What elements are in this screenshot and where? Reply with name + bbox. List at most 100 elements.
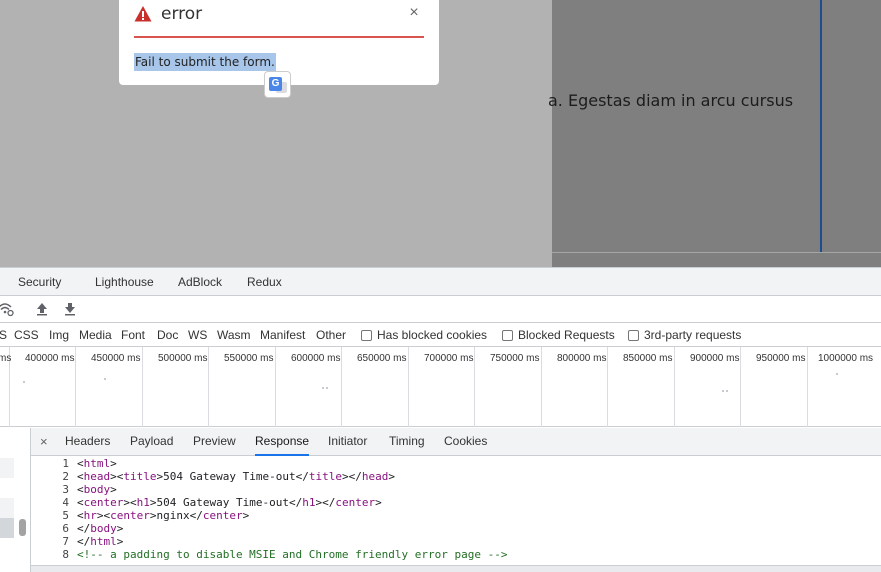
- tab-adblock[interactable]: AdBlock: [178, 275, 222, 289]
- line-number: 2: [62, 470, 69, 483]
- wifi-settings-icon[interactable]: [0, 301, 14, 317]
- timeline-request-mark: [326, 387, 328, 389]
- list-item[interactable]: [0, 518, 14, 538]
- code-line: 1 <html>: [31, 457, 881, 470]
- list-item[interactable]: [0, 498, 14, 518]
- tab-lighthouse[interactable]: Lighthouse: [95, 275, 154, 289]
- modal-title: error: [161, 4, 203, 24]
- tab-cookies[interactable]: Cookies: [444, 434, 487, 456]
- download-icon[interactable]: [62, 301, 78, 317]
- filter-media[interactable]: Media: [79, 328, 112, 342]
- code-text: <head><title>504 Gateway Time-out</title…: [77, 470, 395, 483]
- code-text: <body>: [77, 483, 117, 496]
- timeline-label: 500000 ms: [158, 353, 208, 364]
- timeline-label: 750000 ms: [490, 353, 540, 364]
- close-icon[interactable]: ×: [406, 4, 422, 22]
- tab-security[interactable]: Security: [18, 275, 61, 289]
- timeline-request-mark: [726, 390, 728, 392]
- code-text: </html>: [77, 535, 124, 548]
- code-line: 8 <!-- a padding to disable MSIE and Chro…: [31, 548, 881, 561]
- timeline-label: 900000 ms: [690, 353, 740, 364]
- modal-header: error ×: [134, 0, 424, 38]
- timeline-label: 700000 ms: [424, 353, 474, 364]
- page-divider: [552, 252, 881, 253]
- checkbox-label: Has blocked cookies: [377, 328, 488, 342]
- list-item[interactable]: [0, 478, 14, 498]
- filter-css[interactable]: CSS: [14, 328, 39, 342]
- timeline-overview[interactable]: ms 400000 ms 450000 ms 500000 ms 550000 …: [0, 347, 881, 427]
- devtools-panel-tabs: Security Lighthouse AdBlock Redux: [0, 268, 881, 296]
- timeline-gridline: [208, 347, 209, 427]
- tab-redux[interactable]: Redux: [247, 275, 282, 289]
- timeline-request-mark: [322, 387, 324, 389]
- checkbox-box[interactable]: [628, 329, 639, 341]
- tab-response[interactable]: Response: [255, 434, 310, 456]
- code-line: 6 </body>: [31, 522, 881, 535]
- code-text: </body>: [77, 522, 124, 535]
- line-number: 4: [62, 496, 69, 509]
- timeline-gridline: [607, 347, 608, 427]
- list-item[interactable]: [0, 538, 14, 558]
- translate-icon[interactable]: G: [264, 71, 291, 98]
- line-number: 7: [62, 535, 69, 548]
- filter-ws[interactable]: WS: [188, 328, 207, 342]
- timeline-request-mark: [836, 373, 838, 375]
- tab-headers[interactable]: Headers: [65, 434, 110, 456]
- close-icon[interactable]: ×: [40, 434, 48, 449]
- request-list: [0, 428, 31, 572]
- filter-other[interactable]: Other: [316, 328, 346, 342]
- response-code-view[interactable]: 1 <html> 2 <head><title>504 Gateway Time-ou…: [31, 456, 881, 572]
- timeline-label: 400000 ms: [25, 353, 75, 364]
- upload-icon[interactable]: [34, 301, 50, 317]
- timeline-label: 650000 ms: [357, 353, 407, 364]
- checkbox-label: 3rd-party requests: [644, 328, 742, 342]
- third-party-requests-checkbox[interactable]: 3rd-party requests: [628, 328, 741, 342]
- code-line: 4 <center><h1>504 Gateway Time-out</h1></…: [31, 496, 881, 509]
- timeline-request-mark: [104, 378, 106, 380]
- line-number: 3: [62, 483, 69, 496]
- timeline-label: 450000 ms: [91, 353, 141, 364]
- resource-filter-bar: S CSS Img Media Font Doc WS Wasm Manifes…: [0, 323, 881, 347]
- filter-js[interactable]: S: [0, 328, 7, 342]
- filter-font[interactable]: Font: [121, 328, 145, 342]
- tab-initiator[interactable]: Initiator: [328, 434, 367, 456]
- has-blocked-cookies-checkbox[interactable]: Has blocked cookies: [361, 328, 487, 342]
- code-line: 2 <head><title>504 Gateway Time-out</titl…: [31, 470, 881, 483]
- timeline-gridline: [674, 347, 675, 427]
- page-accent-line: [820, 0, 822, 252]
- checkbox-box[interactable]: [361, 329, 372, 341]
- code-line: 3 <body>: [31, 483, 881, 496]
- horizontal-scrollbar[interactable]: [31, 565, 881, 572]
- filter-wasm[interactable]: Wasm: [217, 328, 251, 342]
- filter-img[interactable]: Img: [49, 328, 69, 342]
- checkbox-box[interactable]: [502, 329, 513, 341]
- line-number: 1: [62, 457, 69, 470]
- filter-doc[interactable]: Doc: [157, 328, 178, 342]
- list-item[interactable]: [0, 458, 14, 478]
- timeline-gridline: [541, 347, 542, 427]
- line-number: 6: [62, 522, 69, 535]
- timeline-gridline: [75, 347, 76, 427]
- code-text: <!-- a padding to disable MSIE and Chrom…: [77, 548, 508, 561]
- code-line: 7 </html>: [31, 535, 881, 548]
- modal-message: Fail to submit the form.: [134, 53, 276, 71]
- timeline-gridline: [341, 347, 342, 427]
- timeline-request-mark: [23, 381, 25, 383]
- filter-manifest[interactable]: Manifest: [260, 328, 305, 342]
- line-number: 8: [62, 548, 69, 561]
- timeline-gridline: [275, 347, 276, 427]
- request-detail-tabs: × Headers Payload Preview Response Initi…: [31, 428, 881, 456]
- timeline-label: 550000 ms: [224, 353, 274, 364]
- blocked-requests-checkbox[interactable]: Blocked Requests: [502, 328, 615, 342]
- timeline-gridline: [142, 347, 143, 427]
- code-line: 5 <hr><center>nginx</center>: [31, 509, 881, 522]
- page-content-dimmed: [552, 0, 881, 267]
- checkbox-label: Blocked Requests: [518, 328, 615, 342]
- network-toolbar: [0, 296, 881, 323]
- tab-preview[interactable]: Preview: [193, 434, 236, 456]
- scrollbar-thumb[interactable]: [19, 519, 26, 536]
- timeline-gridline: [408, 347, 409, 427]
- tab-payload[interactable]: Payload: [130, 434, 173, 456]
- code-text: <center><h1>504 Gateway Time-out</h1></c…: [77, 496, 382, 509]
- tab-timing[interactable]: Timing: [389, 434, 425, 456]
